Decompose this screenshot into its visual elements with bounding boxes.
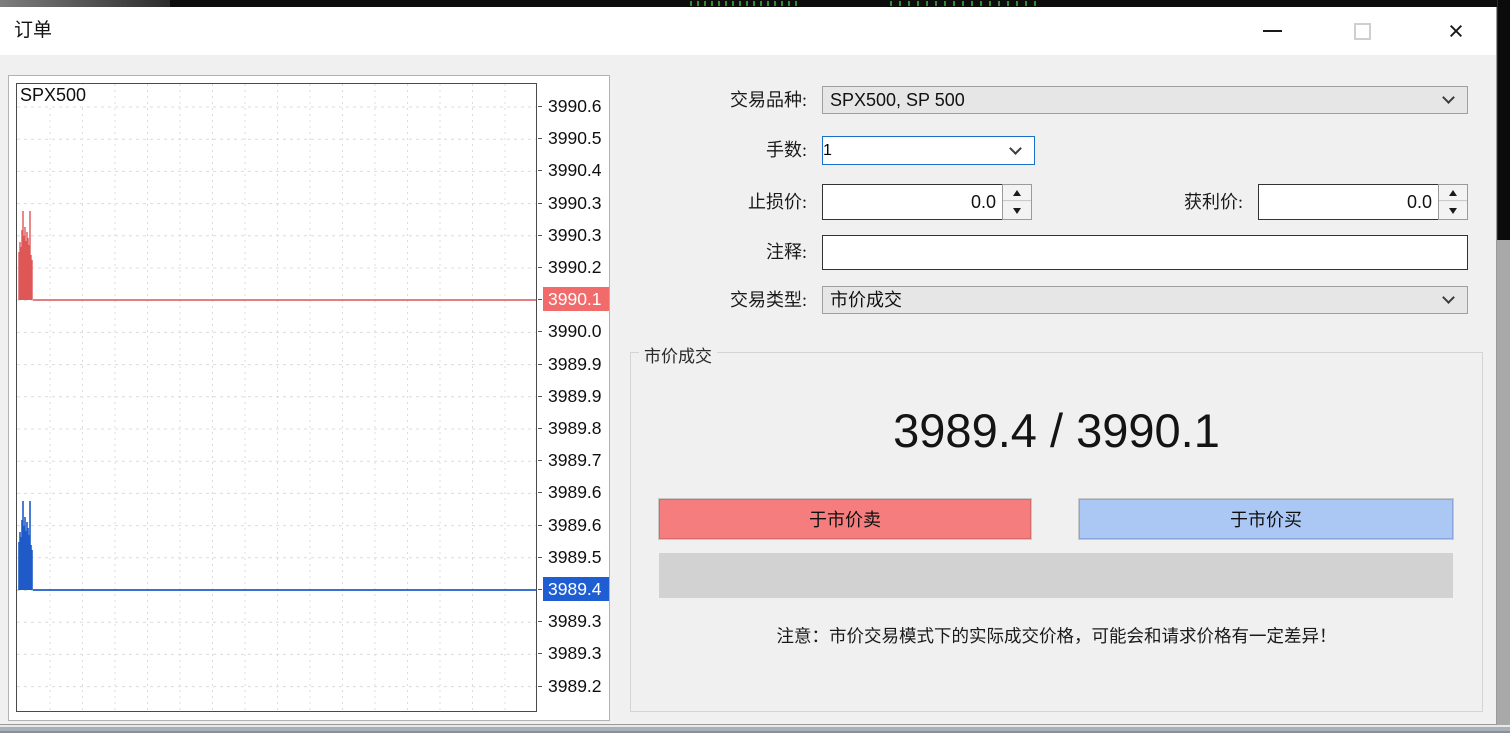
scale-tick [538,267,542,268]
close-icon: × [1448,18,1464,45]
volume-label: 手数: [620,136,807,165]
scale-tick [538,460,542,461]
stop-loss-decrement-button[interactable] [1003,203,1031,219]
chart-symbol-label: SPX500 [20,85,89,106]
price-scale-label: 3989.1 [543,706,609,712]
order-type-dropdown[interactable]: 市价成交 [822,286,1468,314]
group-legend: 市价成交 [639,342,717,367]
bid-ask-quote: 3989.4 / 3990.1 [631,395,1482,467]
symbol-value: SPX500, SP 500 [830,87,965,113]
market-execution-note: 注意：市价交易模式下的实际成交价格，可能会和请求价格有一定差异！ [631,623,1482,648]
scale-tick [538,170,542,171]
triangle-up-icon [1013,190,1021,196]
take-profit-input[interactable] [1258,184,1439,220]
maximize-button[interactable] [1339,7,1385,55]
take-profit-increment-button[interactable] [1439,185,1467,201]
price-scale-label: 3989.3 [543,609,609,633]
scale-tick [538,364,542,365]
scale-tick [538,138,542,139]
take-profit-spinner [1438,184,1468,220]
volume-value: 1 [823,142,832,159]
scale-tick [538,396,542,397]
scale-tick [538,203,542,204]
scale-tick [538,331,542,332]
price-scale-label: 3990.5 [543,126,609,150]
sell-by-market-button[interactable]: 于市价卖 [659,499,1031,539]
symbol-label: 交易品种: [620,86,807,114]
triangle-up-icon [1449,190,1457,196]
scale-tick [538,589,542,590]
chevron-down-icon [1009,142,1022,155]
price-scale-label: 3989.9 [543,384,609,408]
background-chart-ticks [690,1,800,6]
price-scale-label: 3990.4 [543,158,609,182]
scale-tick [538,653,542,654]
stop-loss-label: 止损价: [620,184,807,220]
price-scale-label: 3990.3 [543,191,609,215]
comment-input[interactable] [822,235,1468,270]
ask-price-label: 3990.1 [543,287,609,311]
background-chart-ticks [890,1,1040,6]
stop-loss-input[interactable] [822,184,1003,220]
triangle-down-icon [1013,208,1021,214]
background-app-strip-right [1497,0,1510,733]
volume-combobox[interactable]: 1 [822,136,1035,165]
scale-tick [538,299,542,300]
triangle-down-icon [1449,208,1457,214]
chevron-down-icon [1442,91,1455,104]
bid-price-label: 3989.4 [543,577,609,601]
price-scale-label: 3990.2 [543,255,609,279]
price-scale-label: 3989.3 [543,641,609,665]
market-execution-group: 市价成交 3989.4 / 3990.1 于市价卖 于市价买 注意：市价交易模式… [630,352,1483,712]
scale-tick [538,492,542,493]
scale-tick [538,686,542,687]
price-scale-label: 3990.0 [543,319,609,343]
price-scale-label: 3989.8 [543,416,609,440]
background-chart-fragment [1497,0,1510,240]
minimize-button[interactable] [1249,7,1295,55]
scale-tick [538,106,542,107]
background-app-strip-top [0,0,1510,7]
maximize-icon [1354,23,1371,40]
price-scale-label: 3989.5 [543,545,609,569]
order-type-value: 市价成交 [830,287,902,313]
price-scale-label: 3989.2 [543,674,609,698]
price-scale-label: 3989.9 [543,352,609,376]
minimize-icon [1263,30,1282,32]
dialog-title: 订单 [14,7,52,55]
tick-chart-panel: SPX500 3990.63990.53990.43990.33990.3399… [8,75,610,721]
buy-by-market-button[interactable]: 于市价买 [1079,499,1453,539]
price-scale-label: 3990.6 [543,94,609,118]
close-button[interactable]: × [1433,7,1479,55]
background-toolbar-fragment [0,0,170,7]
price-scale: 3990.6 3990.5 3990.4 3990.3 3990.3 3990.2 3990… [538,83,610,712]
stop-loss-increment-button[interactable] [1003,185,1031,201]
chevron-down-icon [1442,291,1455,304]
background-app-strip-bottom [0,725,1510,733]
scale-tick [538,235,542,236]
take-profit-decrement-button[interactable] [1439,203,1467,219]
scale-tick [538,557,542,558]
price-scale-label: 3989.6 [543,480,609,504]
price-scale-label: 3989.6 [543,513,609,537]
stop-loss-spinner [1002,184,1032,220]
tick-chart [17,84,536,711]
tick-chart-plot: SPX500 [16,83,537,712]
disabled-order-bar [659,553,1453,598]
scale-tick [538,621,542,622]
comment-label: 注释: [620,235,807,270]
order-dialog: 订单 × SPX500 3990.63990.53990.43990.33990… [0,7,1497,725]
symbol-dropdown[interactable]: SPX500, SP 500 [822,86,1468,114]
take-profit-label: 获利价: [1060,184,1243,220]
order-type-label: 交易类型: [620,286,807,314]
scale-tick [538,525,542,526]
dialog-titlebar: 订单 × [0,7,1496,55]
scale-tick [538,428,542,429]
price-scale-label: 3989.7 [543,448,609,472]
price-scale-label: 3990.3 [543,223,609,247]
